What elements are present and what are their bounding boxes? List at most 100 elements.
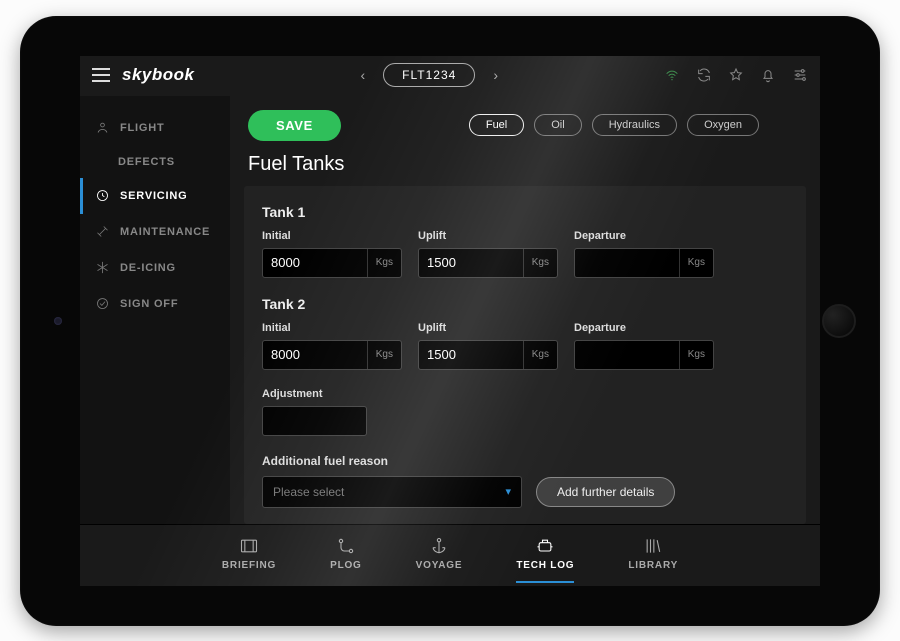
- sidebar-item-servicing[interactable]: SERVICING: [80, 178, 230, 214]
- sidebar-item-flight[interactable]: FLIGHT: [80, 110, 230, 146]
- tools-icon: [94, 224, 110, 240]
- sidebar-item-defects[interactable]: DEFECTS: [80, 146, 230, 178]
- field-label: Uplift: [418, 322, 558, 334]
- check-circle-icon: [94, 296, 110, 312]
- field-input-wrap: Kgs: [418, 248, 558, 278]
- star-icon[interactable]: [728, 67, 744, 83]
- wifi-icon[interactable]: [664, 67, 680, 83]
- sidebar-item-label: DE-ICING: [120, 262, 176, 274]
- settings-icon[interactable]: [792, 67, 808, 83]
- camera-dot: [54, 317, 62, 325]
- unit-label: Kgs: [523, 341, 557, 369]
- section-title: Fuel Tanks: [230, 151, 820, 186]
- sidebar-item-maintenance[interactable]: MAINTENANCE: [80, 214, 230, 250]
- adjustment-field: Adjustment: [262, 388, 402, 436]
- clock-icon: [94, 188, 110, 204]
- bottom-tab-bar: BRIEFING PLOG VOYAGE TECH LOG LIBRARY: [80, 524, 820, 586]
- sidebar: FLIGHT DEFECTS SERVICING MAINTENANCE DE-…: [80, 96, 230, 524]
- tab-label: VOYAGE: [416, 560, 463, 571]
- reason-label: Additional fuel reason: [262, 454, 788, 468]
- app-body: FLIGHT DEFECTS SERVICING MAINTENANCE DE-…: [80, 96, 820, 524]
- unit-label: Kgs: [367, 249, 401, 277]
- top-bar: skybook ‹ FLT1234 ›: [80, 56, 820, 96]
- menu-icon[interactable]: [92, 68, 110, 82]
- chip-oxygen[interactable]: Oxygen: [687, 114, 759, 136]
- books-icon: [642, 536, 664, 556]
- prev-flight-chevron[interactable]: ‹: [355, 67, 372, 83]
- field-label: Departure: [574, 322, 714, 334]
- category-chips: Fuel Oil Hydraulics Oxygen: [469, 114, 759, 136]
- tank2-initial-input[interactable]: [263, 347, 367, 362]
- snow-icon: [94, 260, 110, 276]
- flight-id-pill[interactable]: FLT1234: [383, 63, 475, 87]
- bell-icon[interactable]: [760, 67, 776, 83]
- field-label: Departure: [574, 230, 714, 242]
- tablet-frame: skybook ‹ FLT1234 › FLIGHT: [20, 16, 880, 626]
- tab-label: PLOG: [330, 560, 362, 571]
- sidebar-item-label: MAINTENANCE: [120, 226, 210, 238]
- tank2-uplift: Uplift Kgs: [418, 322, 558, 370]
- field-input-wrap: Kgs: [574, 248, 714, 278]
- tank1-initial: Initial Kgs: [262, 230, 402, 278]
- sidebar-item-label: FLIGHT: [120, 122, 165, 134]
- sidebar-item-label: SIGN OFF: [120, 298, 178, 310]
- field-input-wrap: Kgs: [262, 248, 402, 278]
- tab-library[interactable]: LIBRARY: [628, 536, 678, 575]
- chip-fuel[interactable]: Fuel: [469, 114, 524, 136]
- top-icon-row: [664, 67, 808, 83]
- tab-voyage[interactable]: VOYAGE: [416, 536, 463, 575]
- route-icon: [335, 536, 357, 556]
- sidebar-item-label: DEFECTS: [118, 156, 175, 168]
- sidebar-item-label: SERVICING: [120, 190, 188, 202]
- chip-oil[interactable]: Oil: [534, 114, 581, 136]
- tank2-initial: Initial Kgs: [262, 322, 402, 370]
- tab-briefing[interactable]: BRIEFING: [222, 536, 276, 575]
- tank1-departure: Departure Kgs: [574, 230, 714, 278]
- tab-label: LIBRARY: [628, 560, 678, 571]
- field-input-wrap: [262, 406, 367, 436]
- tab-label: TECH LOG: [516, 560, 574, 571]
- action-row: SAVE Fuel Oil Hydraulics Oxygen: [230, 96, 820, 151]
- tank2-departure: Departure Kgs: [574, 322, 714, 370]
- tank-2-fields: Initial Kgs Uplift Kgs: [262, 322, 788, 370]
- tank-2-title: Tank 2: [262, 296, 788, 312]
- field-label: Initial: [262, 230, 402, 242]
- tab-techlog[interactable]: TECH LOG: [516, 536, 574, 575]
- chevron-down-icon: ▾: [505, 485, 511, 498]
- reason-row: Please select ▾ Add further details: [262, 476, 788, 508]
- tank1-uplift-input[interactable]: [419, 255, 523, 270]
- main-panel: SAVE Fuel Oil Hydraulics Oxygen Fuel Tan…: [230, 96, 820, 524]
- chip-hydraulics[interactable]: Hydraulics: [592, 114, 677, 136]
- tank2-departure-input[interactable]: [575, 347, 679, 362]
- tank1-initial-input[interactable]: [263, 255, 367, 270]
- field-label: Uplift: [418, 230, 558, 242]
- reason-placeholder: Please select: [273, 485, 344, 499]
- engine-icon: [534, 536, 556, 556]
- tank2-uplift-input[interactable]: [419, 347, 523, 362]
- refresh-icon[interactable]: [696, 67, 712, 83]
- unit-label: Kgs: [523, 249, 557, 277]
- unit-label: Kgs: [679, 341, 713, 369]
- unit-label: Kgs: [679, 249, 713, 277]
- home-button[interactable]: [822, 304, 856, 338]
- field-label: Initial: [262, 322, 402, 334]
- tank1-uplift: Uplift Kgs: [418, 230, 558, 278]
- brand-logo: skybook: [122, 65, 194, 85]
- form-panel: Tank 1 Initial Kgs Uplift: [244, 186, 806, 524]
- adjustment-input[interactable]: [263, 413, 366, 428]
- tank1-departure-input[interactable]: [575, 255, 679, 270]
- reason-select[interactable]: Please select ▾: [262, 476, 522, 508]
- next-flight-chevron[interactable]: ›: [487, 67, 504, 83]
- tank-1-title: Tank 1: [262, 204, 788, 220]
- unit-label: Kgs: [367, 341, 401, 369]
- flight-navigator: ‹ FLT1234 ›: [206, 63, 652, 87]
- tank-1-fields: Initial Kgs Uplift Kgs: [262, 230, 788, 278]
- tab-plog[interactable]: PLOG: [330, 536, 362, 575]
- field-label: Adjustment: [262, 388, 402, 400]
- save-button[interactable]: SAVE: [248, 110, 341, 141]
- sidebar-item-deicing[interactable]: DE-ICING: [80, 250, 230, 286]
- field-input-wrap: Kgs: [262, 340, 402, 370]
- tab-label: BRIEFING: [222, 560, 276, 571]
- add-details-button[interactable]: Add further details: [536, 477, 675, 507]
- sidebar-item-signoff[interactable]: SIGN OFF: [80, 286, 230, 322]
